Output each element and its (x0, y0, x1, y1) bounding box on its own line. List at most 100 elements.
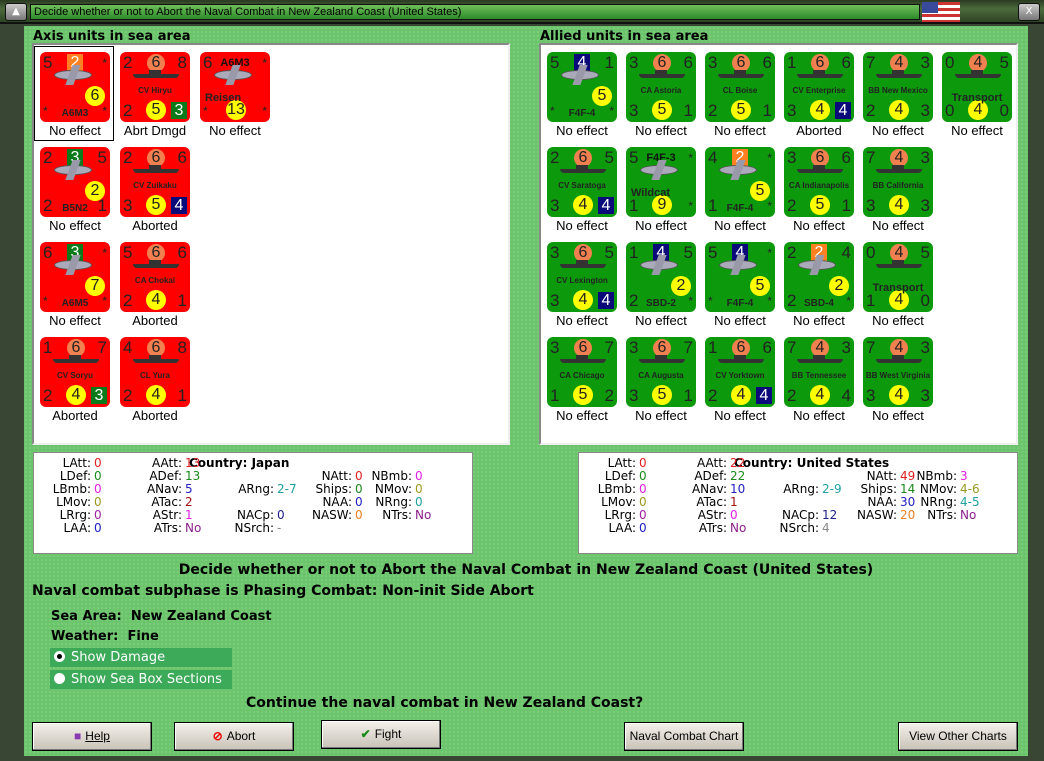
unit-counter[interactable]: 3 6 2 1 6 5 CA Indianapolis (784, 147, 854, 217)
unit-value-bc: 4 (810, 100, 830, 120)
unit-counter[interactable]: 3 7 3 1 6 5 CA Augusta (626, 337, 696, 407)
unit-counter[interactable]: 5 * 1 * F4F-3 9 Wildcat (626, 147, 696, 217)
close-button[interactable]: X (1018, 3, 1040, 21)
unit-counter[interactable]: 1 5 2 * 4 2 SBD-2 (626, 242, 696, 312)
stat-label-nbmb: NBmb: (916, 469, 957, 483)
unit-value-tr: 5 (604, 148, 614, 167)
dialog-body: Axis units in sea area Allied units in s… (24, 26, 1028, 756)
unit-counter[interactable]: 5 6 2 1 6 4 CA Chokai (120, 242, 190, 312)
unit-value-tl: 5 (708, 243, 718, 262)
unit-counter[interactable]: 6 * * * 3 7 A6M5 (40, 242, 110, 312)
unit-counter[interactable]: 3 6 3 1 6 5 CA Astoria (626, 52, 696, 122)
stat-value-anav: 5 (185, 482, 193, 496)
show-damage-option[interactable]: Show Damage (50, 648, 232, 667)
stat-value-ldef: 0 (639, 469, 647, 483)
unit-name: CA Astoria (640, 86, 682, 95)
unit-status: No effect (635, 408, 687, 423)
window-frame: ▲ Decide whether or not to Abort the Nav… (0, 0, 1044, 761)
unit-name: BB West Virginia (865, 371, 931, 380)
unit-counter[interactable]: 2 4 2 * 2 2 SBD-4 (784, 242, 854, 312)
stat-label-lmov: LMov: (601, 495, 636, 509)
unit-name: F4F-4 (726, 298, 754, 309)
title-bar: ▲ Decide whether or not to Abort the Nav… (0, 0, 1044, 24)
minimize-button[interactable]: ▲ (5, 3, 27, 21)
window-title: Decide whether or not to Abort the Naval… (30, 4, 920, 20)
unit-counter[interactable]: 4 8 2 1 6 4 CL Yura (120, 337, 190, 407)
unit-counter[interactable]: 2 6 3 4 6 5 CV Zuikaku (120, 147, 190, 217)
view-other-charts-button[interactable]: View Other Charts (898, 722, 1018, 751)
ship-silhouette-icon (133, 165, 179, 173)
unit-counter[interactable]: 5 * * * 2 6 A6M3 (40, 52, 110, 122)
unit-counter[interactable]: 0 5 0 0 4 4 Transport (942, 52, 1012, 122)
unit-status: No effect (635, 218, 687, 233)
unit-value-tr: 6 (841, 53, 851, 72)
unit-counter[interactable]: 3 5 3 4 6 4 CV Lexington (547, 242, 617, 312)
unit-counter[interactable]: 0 5 1 0 4 4 Transport (863, 242, 933, 312)
stat-label-lrrg: LRrg: (604, 508, 636, 522)
unit-value-bc: 5 (652, 385, 672, 405)
unit-status: Aborted (52, 408, 98, 423)
unit-value-bc: 5 (652, 100, 672, 120)
axis-stats-box: Country: Japan LAtt: 0 LDef: 0 LBmb: 0 LMov: 0 LR… (33, 452, 473, 554)
unit-counter[interactable]: 7 3 3 3 4 4 BB California (863, 147, 933, 217)
stat-label-laa: LAA: (608, 521, 636, 535)
ship-silhouette-icon (560, 260, 606, 268)
unit-value-tr: 3 (920, 148, 930, 167)
unit-counter[interactable]: 2 5 3 4 6 4 CV Saratoga (547, 147, 617, 217)
stat-value-lrrg: 0 (639, 508, 647, 522)
unit-counter[interactable]: 7 3 3 3 4 4 BB West Virginia (863, 337, 933, 407)
stat-value-nbmb: 0 (415, 469, 423, 483)
unit-value-tl: 5 (550, 53, 560, 72)
unit-value-tr: 5 (97, 148, 107, 167)
stat-label-adef: ADef: (149, 469, 182, 483)
unit-counter[interactable]: 7 3 2 4 4 4 BB Tennessee (784, 337, 854, 407)
stat-label-natt: NAtt: (866, 469, 897, 483)
unit-counter[interactable]: 1 6 2 4 6 4 CV Yorktown (705, 337, 775, 407)
unit-value-bl: 3 (629, 386, 639, 405)
abort-button[interactable]: ⊘ Abort (174, 722, 294, 751)
unit-counter[interactable]: 7 3 2 3 4 4 BB New Mexico (863, 52, 933, 122)
naval-combat-chart-button[interactable]: Naval Combat Chart (624, 722, 744, 751)
unit-name: SBD-2 (645, 298, 676, 309)
help-button[interactable]: ■ Help (32, 722, 152, 751)
unit-counter[interactable]: 3 7 1 2 6 5 CA Chicago (547, 337, 617, 407)
fight-button[interactable]: ✔ Fight (321, 720, 441, 749)
radio-unchecked[interactable] (54, 673, 65, 684)
unit-counter[interactable]: 4 * 1 * 2 5 F4F-4 (705, 147, 775, 217)
unit-counter[interactable]: 1 7 2 3 6 4 CV Soryu (40, 337, 110, 407)
unit-value-tl: 3 (550, 338, 560, 357)
unit-value-tr: 4 (841, 243, 851, 262)
unit-counter[interactable]: 5 * * * 4 5 F4F-4 (705, 242, 775, 312)
unit-value-tl: 2 (550, 148, 560, 167)
unit-name: F4F-4 (726, 203, 754, 214)
stat-label-aatt: AAtt: (152, 456, 182, 470)
unit-value-bc: 5 (146, 100, 166, 120)
unit-counter[interactable]: 6 * * * A6M3 13 Reisen (200, 52, 270, 122)
unit-name: CV Zuikaku (133, 181, 177, 190)
unit-value-tr: 8 (177, 53, 187, 72)
unit-counter[interactable]: 2 8 2 3 6 5 CV Hiryu (120, 52, 190, 122)
unit-status: Aborted (132, 313, 178, 328)
aircraft-silhouette-icon (640, 165, 678, 175)
radio-checked[interactable] (54, 651, 65, 662)
unit-name: A6M5 (61, 298, 89, 309)
unit-value-tr: 3 (920, 338, 930, 357)
ship-silhouette-icon (560, 355, 606, 363)
unit-counter[interactable]: 5 1 * * 4 5 F4F-4 (547, 52, 617, 122)
stat-label-ships: Ships: (315, 482, 352, 496)
unit-name: CA Chokai (134, 276, 176, 285)
unit-counter[interactable]: 1 6 3 4 6 4 CV Enterprise (784, 52, 854, 122)
ship-silhouette-icon (53, 355, 99, 363)
show-sea-box-sections-option[interactable]: Show Sea Box Sections (50, 670, 232, 689)
ship-silhouette-icon (797, 165, 843, 173)
unit-counter[interactable]: 3 6 2 1 6 5 CL Boise (705, 52, 775, 122)
stat-label-anav: ANav: (691, 482, 727, 496)
stat-label-nsrch: NSrch: (779, 521, 819, 535)
unit-value-bc: 4 (889, 100, 909, 120)
stat-value-atac: 2 (185, 495, 193, 509)
stat-value-laa: 0 (94, 521, 102, 535)
unit-counter[interactable]: 2 5 2 1 3 2 B5N2 (40, 147, 110, 217)
unit-value-bl: 2 (123, 101, 133, 120)
unit-status: No effect (714, 218, 766, 233)
stat-label-latt: LAtt: (607, 456, 636, 470)
